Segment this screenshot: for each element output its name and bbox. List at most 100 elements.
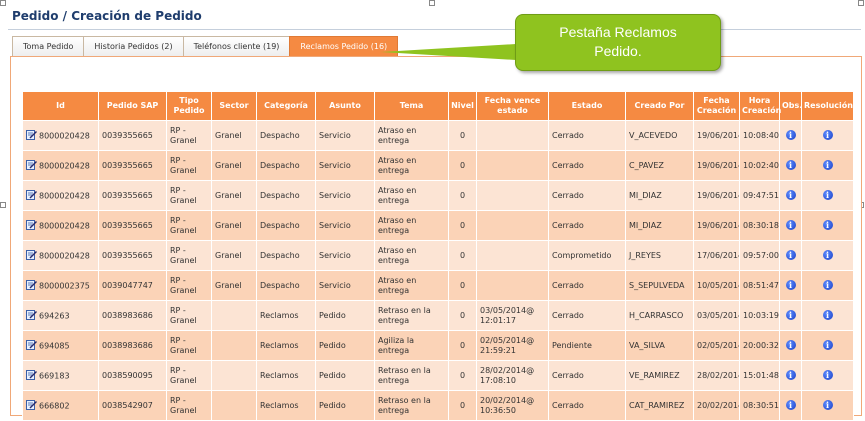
table-row[interactable]: 8000020428 0039355665 RP - Granel Granel…	[22, 150, 854, 181]
column-header[interactable]: Id	[22, 91, 99, 121]
cell-id[interactable]: 694085	[22, 330, 99, 361]
obs-info-icon[interactable]: i	[785, 160, 796, 170]
resolucion-info-icon[interactable]: i	[822, 310, 833, 320]
cell-hora-creacion: 08:30:18	[739, 210, 780, 241]
obs-info-icon[interactable]: i	[785, 280, 796, 290]
cell-creado-por: CAT_RAMIREZ	[625, 390, 694, 421]
edit-record-icon[interactable]	[26, 309, 37, 323]
cell-obs: i	[779, 150, 802, 181]
cell-pedido-sap: 0039355665	[98, 240, 167, 271]
edit-record-icon[interactable]	[26, 159, 37, 173]
table-row[interactable]: 8000020428 0039355665 RP - Granel Granel…	[22, 120, 854, 151]
cell-creado-por: MI_DIAZ	[625, 180, 694, 211]
selection-handle-top-middle	[429, 0, 435, 6]
cell-fecha-vence	[476, 210, 549, 241]
edit-record-icon[interactable]	[26, 399, 37, 413]
table-row[interactable]: 669183 0038590095 RP - Granel Reclamos P…	[22, 360, 854, 391]
obs-info-icon[interactable]: i	[785, 250, 796, 260]
resolucion-info-icon[interactable]: i	[822, 250, 833, 260]
column-header[interactable]: Resolución	[801, 91, 854, 121]
table-body: 8000020428 0039355665 RP - Granel Granel…	[22, 120, 854, 421]
cell-id[interactable]: 8000020428	[22, 240, 99, 271]
table-row[interactable]: 8000020428 0039355665 RP - Granel Granel…	[22, 210, 854, 241]
column-header[interactable]: Creado Por	[625, 91, 694, 121]
cell-tipo-pedido: RP - Granel	[166, 300, 212, 331]
cell-tema: Atraso en entrega	[374, 240, 449, 271]
cell-id[interactable]: 694263	[22, 300, 99, 331]
cell-fecha-creacion: 03/05/2014	[693, 300, 740, 331]
cell-sector	[211, 390, 257, 421]
edit-record-icon[interactable]	[26, 279, 37, 293]
cell-nivel: 0	[448, 150, 477, 181]
cell-id[interactable]: 666802	[22, 390, 99, 421]
obs-info-icon[interactable]: i	[785, 190, 796, 200]
cell-nivel: 0	[448, 300, 477, 331]
edit-record-icon[interactable]	[26, 219, 37, 233]
cell-categoria: Reclamos	[256, 360, 316, 391]
resolucion-info-icon[interactable]: i	[822, 280, 833, 290]
column-header[interactable]: Fecha vence estado	[476, 91, 549, 121]
edit-record-icon[interactable]	[26, 129, 37, 143]
edit-record-icon[interactable]	[26, 189, 37, 203]
resolucion-info-icon[interactable]: i	[822, 220, 833, 230]
cell-tema: Retraso en la entrega	[374, 390, 449, 421]
cell-pedido-sap: 0038590095	[98, 360, 167, 391]
table-row[interactable]: 8000002375 0039047747 RP - Granel Granel…	[22, 270, 854, 301]
cell-tipo-pedido: RP - Granel	[166, 150, 212, 181]
cell-asunto: Pedido	[315, 390, 375, 421]
cell-estado: Cerrado	[548, 180, 626, 211]
cell-categoria: Reclamos	[256, 390, 316, 421]
column-header[interactable]: Tema	[374, 91, 449, 121]
edit-record-icon[interactable]	[26, 369, 37, 383]
cell-sector	[211, 330, 257, 361]
table-row[interactable]: 8000020428 0039355665 RP - Granel Granel…	[22, 240, 854, 271]
obs-info-icon[interactable]: i	[785, 340, 796, 350]
obs-info-icon[interactable]: i	[785, 220, 796, 230]
resolucion-info-icon[interactable]: i	[822, 190, 833, 200]
column-header[interactable]: Estado	[548, 91, 626, 121]
table-row[interactable]: 666802 0038542907 RP - Granel Reclamos P…	[22, 390, 854, 421]
column-header[interactable]: Obs.	[779, 91, 802, 121]
obs-info-icon[interactable]: i	[785, 310, 796, 320]
cell-id[interactable]: 8000020428	[22, 210, 99, 241]
column-header[interactable]: Hora Creación	[739, 91, 781, 121]
callout-pointer	[380, 44, 516, 60]
cell-sector: Granel	[211, 270, 257, 301]
cell-id[interactable]: 8000020428	[22, 150, 99, 181]
cell-id[interactable]: 8000020428	[22, 120, 99, 151]
id-text: 694263	[39, 311, 70, 320]
cell-sector	[211, 360, 257, 391]
tab-toma-pedido[interactable]: Toma Pedido	[12, 36, 85, 56]
table-row[interactable]: 8000020428 0039355665 RP - Granel Granel…	[22, 180, 854, 211]
table-row[interactable]: 694085 0038983686 RP - Granel Reclamos P…	[22, 330, 854, 361]
column-header[interactable]: Categoría	[256, 91, 316, 121]
resolucion-info-icon[interactable]: i	[822, 160, 833, 170]
cell-id[interactable]: 8000020428	[22, 180, 99, 211]
callout-annotation: Pestaña Reclamos Pedido.	[515, 14, 721, 71]
cell-pedido-sap: 0038983686	[98, 330, 167, 361]
cell-id[interactable]: 669183	[22, 360, 99, 391]
column-header[interactable]: Sector	[211, 91, 257, 121]
column-header[interactable]: Asunto	[315, 91, 375, 121]
obs-info-icon[interactable]: i	[785, 130, 796, 140]
column-header[interactable]: Nivel	[448, 91, 477, 121]
tab-telefonos-cliente[interactable]: Teléfonos cliente (19)	[182, 36, 291, 56]
edit-record-icon[interactable]	[26, 249, 37, 263]
cell-estado: Comprometido	[548, 240, 626, 271]
resolucion-info-icon[interactable]: i	[822, 130, 833, 140]
table-row[interactable]: 694263 0038983686 RP - Granel Reclamos P…	[22, 300, 854, 331]
id-text: 8000020428	[39, 221, 90, 230]
edit-record-icon[interactable]	[26, 339, 37, 353]
column-header[interactable]: Tipo Pedido	[166, 91, 212, 121]
column-header[interactable]: Fecha Creación	[693, 91, 740, 121]
cell-sector: Granel	[211, 150, 257, 181]
cell-tema: Atraso en entrega	[374, 150, 449, 181]
cell-id[interactable]: 8000002375	[22, 270, 99, 301]
column-header[interactable]: Pedido SAP	[98, 91, 167, 121]
obs-info-icon[interactable]: i	[785, 370, 796, 380]
resolucion-info-icon[interactable]: i	[822, 370, 833, 380]
cell-fecha-vence	[476, 180, 549, 211]
tab-historia-pedidos[interactable]: Historia Pedidos (2)	[83, 36, 184, 56]
table-header-row: Id Pedido SAP Tipo Pedido Sector Categoría As…	[22, 91, 854, 121]
resolucion-info-icon[interactable]: i	[822, 340, 833, 350]
